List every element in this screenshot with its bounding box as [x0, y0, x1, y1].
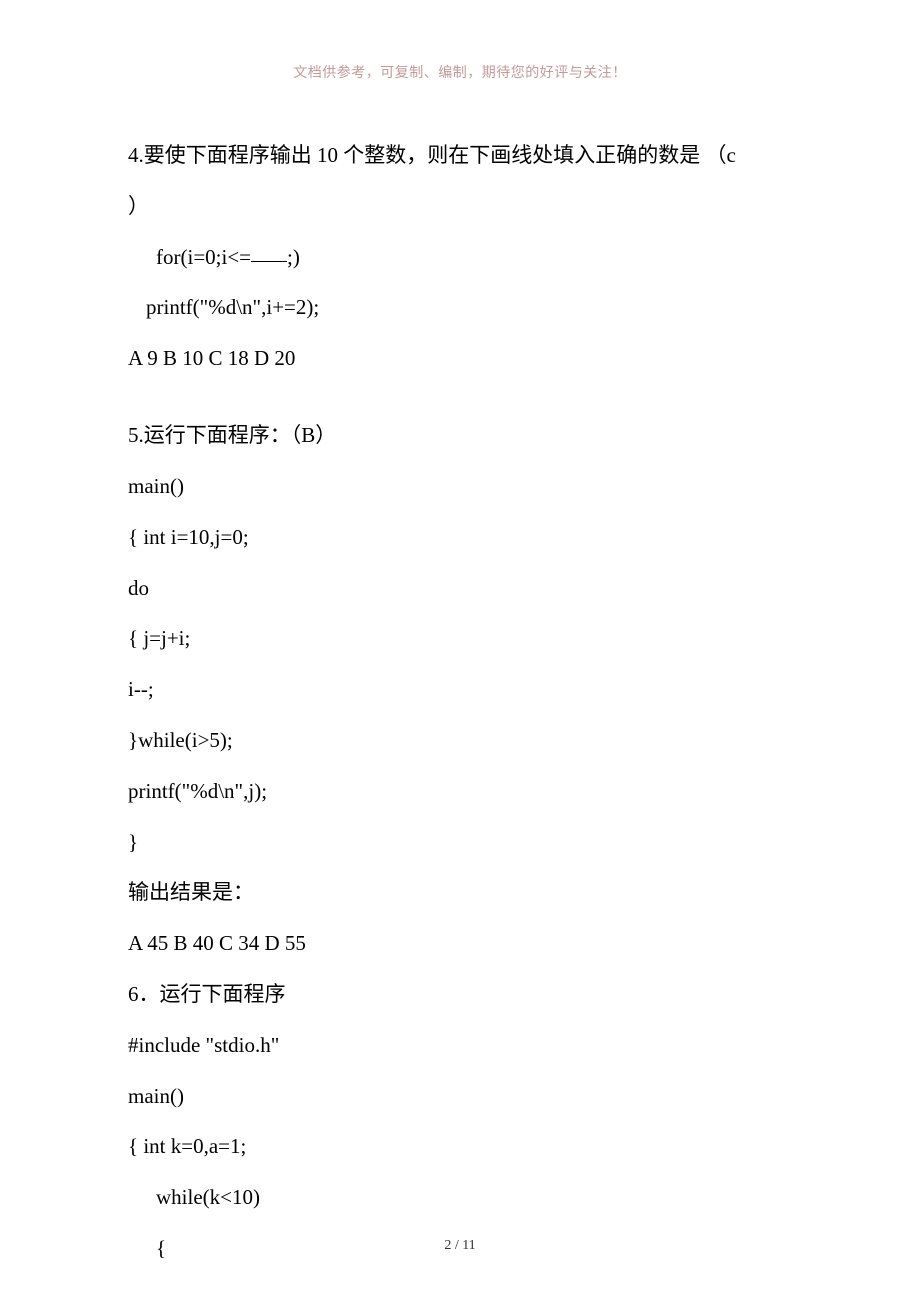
q6-code-4: while(k<10)	[128, 1172, 792, 1223]
q4-code1-pre: for(i=0;i<=	[156, 245, 251, 269]
q6-prompt: 6．运行下面程序	[128, 969, 792, 1020]
q6-code-2: main()	[128, 1071, 792, 1122]
q4-prompt-line1: 4.要使下面程序输出 10 个整数，则在下画线处填入正确的数是 （c	[128, 130, 792, 181]
q5-code-6: }while(i>5);	[128, 715, 792, 766]
q6-code-3: { int k=0,a=1;	[128, 1121, 792, 1172]
q5-code-1: main()	[128, 461, 792, 512]
q5-code-2: { int i=10,j=0;	[128, 512, 792, 563]
q4-code-line1: for(i=0;i<=;)	[128, 232, 792, 283]
q5-code-4: { j=j+i;	[128, 613, 792, 664]
q5-code-8: }	[128, 817, 792, 868]
page-container: 文档供参考，可复制、编制，期待您的好评与关注！ 4.要使下面程序输出 10 个整…	[0, 0, 920, 1274]
page-footer: 2 / 11	[0, 1238, 920, 1254]
q4-code1-post: ;)	[287, 245, 300, 269]
header-note: 文档供参考，可复制、编制，期待您的好评与关注！	[128, 62, 792, 82]
spacer	[128, 384, 792, 410]
q5-code-5: i--;	[128, 664, 792, 715]
q5-code-7: printf("%d\n",j);	[128, 766, 792, 817]
q5-result-label: 输出结果是：	[128, 867, 792, 918]
q5-options: A 45 B 40 C 34 D 55	[128, 918, 792, 969]
q4-code-line2: printf("%d\n",i+=2);	[128, 282, 792, 333]
q4-prompt-line2: ）	[128, 181, 792, 232]
q4-options: A 9 B 10 C 18 D 20	[128, 333, 792, 384]
q5-code-3: do	[128, 563, 792, 614]
q6-code-1: #include "stdio.h"	[128, 1020, 792, 1071]
blank-underline	[251, 261, 287, 262]
q5-prompt: 5.运行下面程序：（B）	[128, 410, 792, 461]
document-body: 4.要使下面程序输出 10 个整数，则在下画线处填入正确的数是 （c ） for…	[128, 130, 792, 1274]
